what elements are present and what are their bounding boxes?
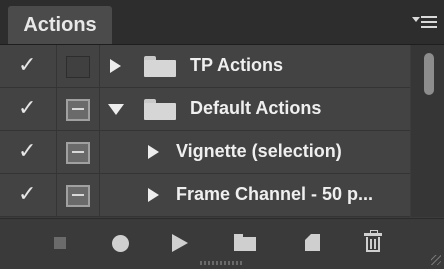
actions-toolbar: [0, 218, 444, 269]
dialog-off-icon: [66, 56, 90, 78]
action-row-default-actions[interactable]: ✓ Default Actions: [0, 88, 410, 131]
action-row-tp-actions[interactable]: ✓ TP Actions: [0, 45, 410, 88]
checkmark-icon: ✓: [18, 138, 37, 163]
begin-recording-icon: [112, 235, 129, 252]
action-row-vignette[interactable]: ✓ Vignette (selection): [0, 131, 410, 174]
dialog-on-icon: [66, 99, 90, 121]
actions-panel: Actions ✓ TP Actions ✓ Default Actions ✓…: [0, 0, 444, 269]
play-selection-icon: [172, 234, 188, 252]
begin-recording-button[interactable]: [106, 229, 136, 257]
expand-arrow-icon[interactable]: [148, 145, 159, 159]
checkmark-icon: ✓: [18, 181, 37, 206]
checkmark-icon: ✓: [18, 95, 37, 120]
action-label: TP Actions: [190, 55, 284, 75]
expand-arrow-icon[interactable]: [110, 59, 121, 73]
panel-tab-bar: Actions: [0, 0, 444, 45]
scrollbar-thumb[interactable]: [424, 53, 434, 95]
play-selection-button[interactable]: [164, 229, 194, 257]
actions-list: ✓ TP Actions ✓ Default Actions ✓ Vignett…: [0, 45, 410, 217]
expand-arrow-icon[interactable]: [148, 188, 159, 202]
delete-button[interactable]: [358, 229, 388, 257]
delete-icon: [364, 233, 382, 236]
vertical-scrollbar[interactable]: [411, 45, 444, 217]
action-label: Default Actions: [190, 98, 322, 118]
dialog-on-icon: [66, 142, 90, 164]
stop-playing-button[interactable]: [45, 229, 75, 257]
toggle-item-checkbox[interactable]: ✓: [0, 131, 57, 173]
collapse-arrow-icon[interactable]: [108, 104, 124, 115]
dialog-on-icon: [66, 185, 90, 207]
action-row-frame-channel[interactable]: ✓ Frame Channel - 50 p...: [0, 174, 410, 217]
stop-playing-icon: [54, 237, 66, 249]
toggle-item-checkbox[interactable]: ✓: [0, 88, 57, 130]
toggle-dialog-checkbox[interactable]: [57, 131, 100, 173]
tab-actions[interactable]: Actions: [8, 6, 112, 44]
toggle-item-checkbox[interactable]: ✓: [0, 45, 57, 87]
tab-actions-label: Actions: [23, 13, 97, 36]
folder-icon: [144, 56, 176, 77]
toggle-item-checkbox[interactable]: ✓: [0, 174, 57, 216]
toggle-dialog-checkbox[interactable]: [57, 88, 100, 130]
panel-resize-grip[interactable]: [200, 261, 244, 265]
toggle-dialog-checkbox[interactable]: [57, 45, 100, 87]
action-label: Vignette (selection): [176, 141, 342, 161]
panel-menu-icon[interactable]: [412, 14, 438, 32]
open-folder-icon: [144, 99, 176, 120]
corner-resize-handle[interactable]: [431, 255, 441, 265]
create-new-set-button[interactable]: [230, 229, 260, 257]
create-new-action-button[interactable]: [298, 229, 328, 257]
checkmark-icon: ✓: [18, 52, 37, 77]
toggle-dialog-checkbox[interactable]: [57, 174, 100, 216]
action-label: Frame Channel - 50 p...: [176, 184, 374, 204]
